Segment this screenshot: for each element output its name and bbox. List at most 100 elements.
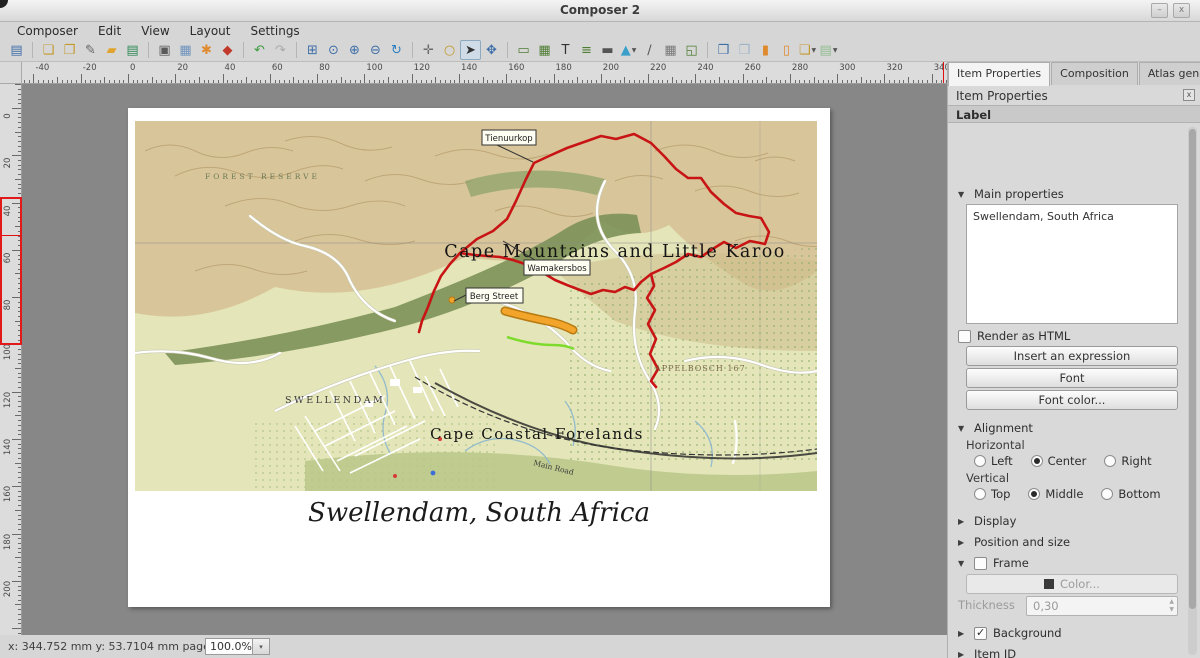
add-html-button[interactable]: ◱	[681, 40, 702, 60]
add-shape-button[interactable]: ▲▼	[618, 40, 639, 60]
ruler-tick	[15, 463, 21, 464]
render-as-html-row[interactable]: Render as HTML	[958, 329, 1070, 343]
align-items-button[interactable]: ▤▼	[818, 40, 839, 60]
label-item-title[interactable]: Swellendam, South Africa	[128, 498, 830, 528]
thickness-spinbox[interactable]: 0,30 ▲▼	[1026, 596, 1178, 616]
menu-edit[interactable]: Edit	[89, 23, 130, 39]
tab-composition[interactable]: Composition	[1051, 62, 1138, 85]
export-svg-button[interactable]: ✱	[196, 40, 217, 60]
composer-canvas[interactable]: FOREST RESERVE APPELBOSCH 167 SWELLENDAM…	[22, 84, 947, 635]
map-item[interactable]: FOREST RESERVE APPELBOSCH 167 SWELLENDAM…	[135, 121, 817, 491]
item-id-group-header[interactable]: ▶ Item ID	[958, 647, 1016, 658]
zoom-level-value[interactable]: 100.0%	[205, 638, 253, 655]
callout-wamakersbos: Wamakersbos	[527, 264, 587, 274]
halign-left-radio[interactable]: Left	[974, 454, 1013, 468]
add-scalebar-button[interactable]: ▬	[597, 40, 618, 60]
ruler-tick	[549, 80, 550, 84]
duplicate-composer-button[interactable]: ❐	[59, 40, 80, 60]
insert-expression-button[interactable]: Insert an expression	[966, 346, 1178, 366]
save-project-icon: ▤	[10, 44, 22, 57]
minimize-button[interactable]: –	[1151, 3, 1168, 18]
ruler-tick	[591, 80, 592, 84]
refresh-view-button[interactable]: ↻	[386, 40, 407, 60]
zoom-level-combo[interactable]: 100.0% ▾	[205, 638, 270, 655]
ruler-tick	[563, 80, 564, 84]
close-button[interactable]: x	[1173, 3, 1190, 18]
raise-items-button[interactable]: ❏▼	[797, 40, 818, 60]
save-template-button[interactable]: ▤	[122, 40, 143, 60]
ruler-tick	[18, 425, 22, 426]
ungroup-items-button[interactable]: ❒	[734, 40, 755, 60]
group-items-button[interactable]: ❒	[713, 40, 734, 60]
valign-top-radio[interactable]: Top	[974, 487, 1010, 501]
pan-button[interactable]: ✛	[418, 40, 439, 60]
add-image-button[interactable]: ▦	[534, 40, 555, 60]
ruler-tick	[204, 80, 205, 84]
alignment-group-header[interactable]: ▼ Alignment	[958, 421, 1033, 435]
zoom-tool-button[interactable]: ○	[439, 40, 460, 60]
menu-settings[interactable]: Settings	[241, 23, 308, 39]
print-button[interactable]: ▣	[154, 40, 175, 60]
halign-right-radio[interactable]: Right	[1104, 454, 1151, 468]
add-table-button[interactable]: ▦	[660, 40, 681, 60]
ruler-tick	[18, 500, 22, 501]
lock-items-button[interactable]: ▮	[755, 40, 776, 60]
redo-button[interactable]: ↷	[270, 40, 291, 60]
background-group-header[interactable]: ▶ Background	[958, 626, 1062, 640]
export-pdf-button[interactable]: ◆	[217, 40, 238, 60]
menu-layout[interactable]: Layout	[181, 23, 240, 39]
font-button[interactable]: Font	[966, 368, 1178, 388]
halign-center-radio[interactable]: Center	[1031, 454, 1087, 468]
render-as-html-checkbox[interactable]	[958, 330, 971, 343]
undo-button[interactable]: ↶	[249, 40, 270, 60]
open-template-button[interactable]: ▰	[101, 40, 122, 60]
move-item-content-button[interactable]: ✥	[481, 40, 502, 60]
ruler-tick	[795, 80, 796, 84]
menu-composer[interactable]: Composer	[8, 23, 87, 39]
tab-item-properties[interactable]: Item Properties	[948, 62, 1050, 86]
frame-color-button[interactable]: Color...	[966, 574, 1178, 594]
zoom-actual-button[interactable]: ⊙	[323, 40, 344, 60]
tab-atlas-generation[interactable]: Atlas generation	[1139, 62, 1200, 85]
add-map-button[interactable]: ▭	[513, 40, 534, 60]
position-size-group-header[interactable]: ▶ Position and size	[958, 535, 1070, 549]
unlock-items-button[interactable]: ▯	[776, 40, 797, 60]
export-pdf-icon: ◆	[223, 44, 233, 57]
zoom-out-button[interactable]: ⊖	[365, 40, 386, 60]
frame-checkbox[interactable]	[974, 557, 987, 570]
valign-middle-radio[interactable]: Middle	[1028, 487, 1083, 501]
spinner-arrows-icon[interactable]: ▲▼	[1169, 598, 1174, 614]
main-properties-group-header[interactable]: ▼ Main properties	[958, 187, 1064, 201]
display-group-header[interactable]: ▶ Display	[958, 514, 1016, 528]
export-image-button[interactable]: ▦	[175, 40, 196, 60]
panel-scrollbar[interactable]	[1188, 127, 1197, 655]
panel-scrollbar-thumb[interactable]	[1189, 129, 1196, 609]
font-color-button[interactable]: Font color...	[966, 390, 1178, 410]
ruler-tick	[554, 74, 555, 83]
add-arrow-button[interactable]: ∕	[639, 40, 660, 60]
frame-group-header[interactable]: ▼ Frame	[958, 556, 1029, 570]
composition-page[interactable]: FOREST RESERVE APPELBOSCH 167 SWELLENDAM…	[128, 108, 830, 607]
valign-bottom-radio[interactable]: Bottom	[1101, 487, 1160, 501]
save-project-button[interactable]: ▤	[6, 40, 27, 60]
label-text-input[interactable]	[966, 204, 1178, 324]
select-move-item-button[interactable]: ➤	[460, 40, 481, 60]
background-checkbox[interactable]	[974, 627, 987, 640]
export-image-icon: ▦	[179, 44, 191, 57]
composer-manager-button[interactable]: ✎	[80, 40, 101, 60]
zoom-dropdown-arrow[interactable]: ▾	[253, 638, 270, 655]
ruler-tick	[468, 80, 469, 84]
new-composer-button[interactable]: ❏	[38, 40, 59, 60]
add-legend-button[interactable]: ≡	[576, 40, 597, 60]
ruler-tick	[662, 80, 663, 84]
ruler-tick	[12, 581, 21, 582]
panel-close-icon[interactable]: x	[1183, 89, 1195, 101]
ruler-tick	[18, 571, 22, 572]
ruler-label: 120	[3, 388, 13, 412]
zoom-full-button[interactable]: ⊞	[302, 40, 323, 60]
zoom-in-button[interactable]: ⊕	[344, 40, 365, 60]
composer-window: Composer 2 – x ComposerEditViewLayoutSet…	[0, 0, 1200, 658]
add-label-button[interactable]: T	[555, 40, 576, 60]
menu-view[interactable]: View	[132, 23, 178, 39]
ruler-tick	[24, 80, 25, 84]
